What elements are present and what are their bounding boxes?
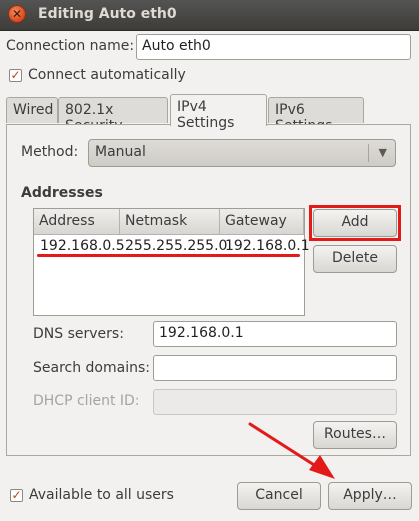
apply-arrow-icon — [248, 422, 335, 479]
